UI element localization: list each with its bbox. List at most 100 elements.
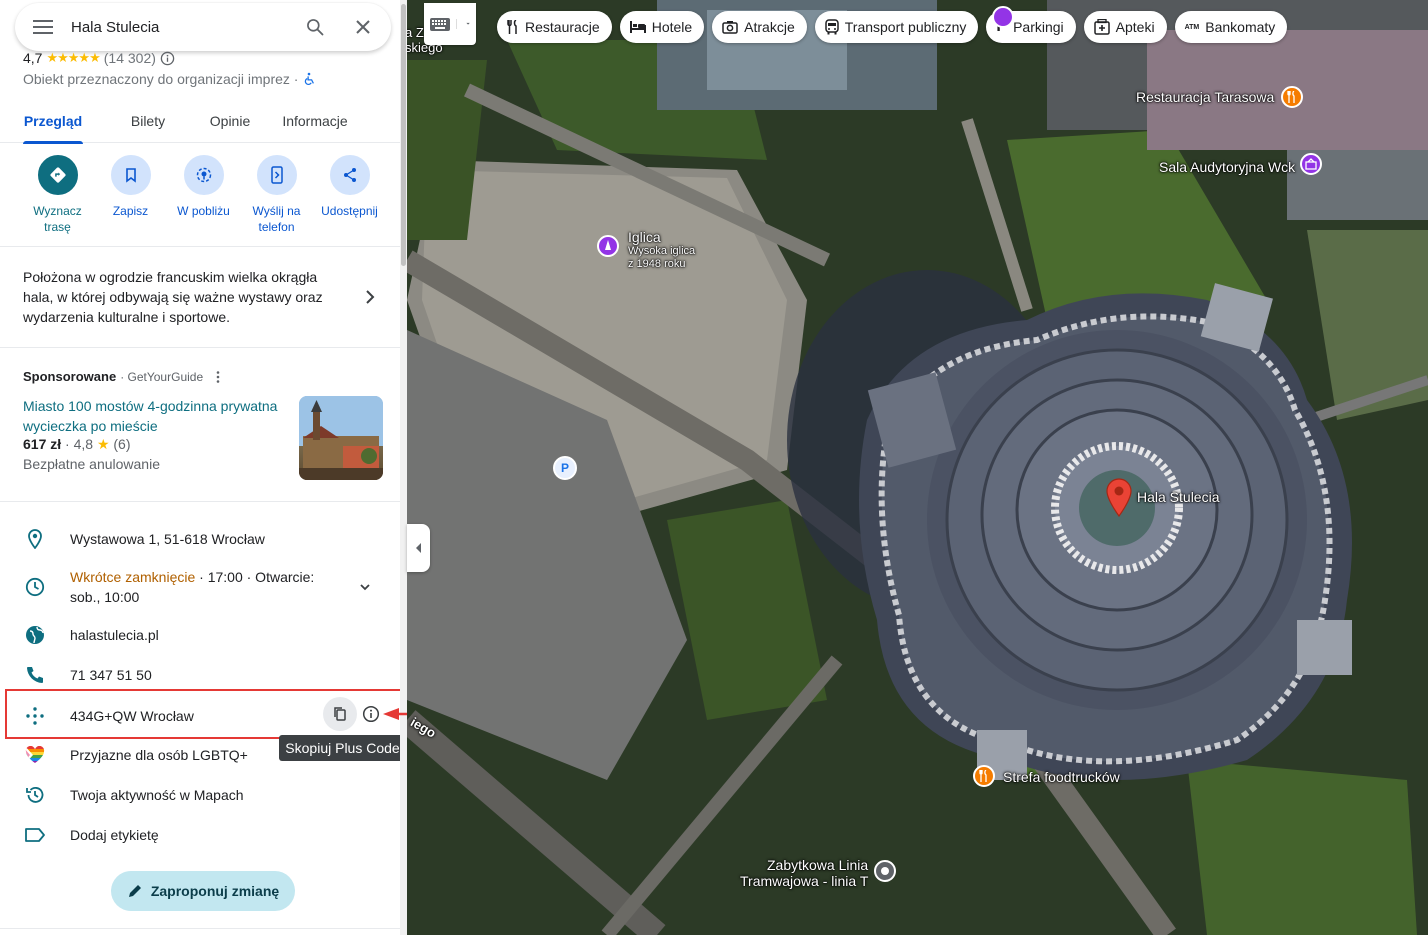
tab-about[interactable]: Informacje [279, 98, 351, 143]
sponsored-header: Sponsorowane · GetYourGuide [23, 369, 225, 384]
add-label-row[interactable]: Dodaj etykietę [0, 825, 400, 845]
activity-row[interactable]: Twoja aktywność w Mapach [0, 785, 400, 805]
sponsored-meta: 617 zł · 4,8 ★ (6) [23, 436, 131, 453]
sidebar-scroll-thumb[interactable] [401, 4, 406, 266]
sponsored-tour-link[interactable]: Miasto 100 mostów 4-godzinna prywatna wy… [23, 396, 283, 436]
chip-hotels[interactable]: Hotele [619, 11, 705, 43]
address-row[interactable]: Wystawowa 1, 51-618 Wrocław [0, 529, 400, 549]
search-icon [307, 19, 324, 36]
add-label-link[interactable]: Dodaj etykietę [70, 825, 159, 845]
copy-plus-code-button[interactable] [323, 697, 357, 731]
chip-transit-label: Transport publiczny [844, 19, 967, 35]
chevron-down-icon[interactable] [358, 580, 372, 594]
venue-pin-icon[interactable] [1300, 153, 1322, 175]
tab-overview[interactable]: Przegląd [23, 98, 83, 144]
tab-tickets[interactable]: Bilety [128, 98, 168, 143]
bed-icon [629, 21, 646, 33]
chip-pharmacies[interactable]: Apteki [1083, 11, 1167, 43]
more-vert-icon[interactable] [211, 370, 225, 384]
website-link[interactable]: halastulecia.pl [70, 625, 159, 645]
search-box[interactable]: Hala Stulecia [15, 3, 391, 51]
lgbtq-row[interactable]: Przyjazne dla osób LGBTQ+ [0, 745, 400, 765]
landmark-pin-icon[interactable] [597, 235, 619, 257]
map-label-tram-line-2[interactable]: Tramwajowa - linia T [740, 874, 868, 889]
sponsored-rating: · 4,8 [65, 436, 94, 452]
map-label-hala-stulecia[interactable]: Hala Stulecia [1137, 490, 1220, 505]
close-icon [356, 20, 370, 34]
map-label-restauracja-tarasowa[interactable]: Restauracja Tarasowa [1136, 90, 1274, 105]
chevron-right-icon[interactable] [360, 287, 380, 307]
hours-detail: · 17:00 · Otwarcie: [195, 569, 315, 585]
star-icon: ★ [96, 436, 110, 452]
location-pin-icon [27, 529, 42, 549]
lgbtq-heart-icon [25, 746, 44, 763]
globe-icon [25, 626, 44, 644]
place-tabs: Przegląd Bilety Opinie Informacje [0, 98, 400, 144]
map-label-iglica-desc-1: Wysoka iglica [628, 245, 696, 257]
action-buttons: Wyznacz trasę Zapisz W pobliżu Wyślij na… [0, 155, 400, 240]
collapse-panel-button[interactable] [407, 524, 430, 572]
maps-activity-link[interactable]: Twoja aktywność w Mapach [70, 785, 244, 805]
website-row[interactable]: halastulecia.pl [0, 625, 400, 645]
restaurant-pin-icon[interactable] [1281, 86, 1303, 108]
save-label: Zapisz [112, 204, 149, 218]
directions-icon [49, 167, 66, 183]
info-icon[interactable] [160, 51, 175, 66]
sponsored-cancellation: Bezpłatne anulowanie [23, 456, 160, 472]
chip-attractions-label: Atrakcje [744, 19, 795, 35]
selected-place-pin-icon[interactable] [1105, 478, 1133, 518]
send-to-phone-icon [270, 166, 283, 184]
place-description[interactable]: Położona w ogrodzie francuskim wielka ok… [23, 267, 343, 327]
place-category[interactable]: Obiekt przeznaczony do organizacji impre… [23, 71, 298, 87]
search-button[interactable] [291, 3, 339, 51]
share-button[interactable]: Udostępnij [313, 155, 386, 240]
chip-attractions[interactable]: Atrakcje [712, 11, 807, 43]
chip-transit[interactable]: Transport publiczny [814, 11, 979, 43]
category-row: Obiekt przeznaczony do organizacji impre… [23, 71, 316, 87]
pharmacy-icon [1093, 19, 1110, 35]
suggest-edit-button[interactable]: Zaproponuj zmianę [111, 871, 295, 911]
reviews-count[interactable]: (14 302) [104, 50, 156, 66]
divider [0, 347, 400, 348]
save-button[interactable]: Zapisz [94, 155, 167, 240]
chip-hotels-label: Hotele [651, 19, 693, 35]
phone-row[interactable]: 71 347 51 50 [0, 665, 400, 685]
chip-atms-label: Bankomaty [1205, 19, 1276, 35]
keyboard-icon [430, 17, 450, 31]
menu-button[interactable] [15, 3, 71, 51]
directions-button[interactable]: Wyznacz trasę [21, 155, 94, 240]
town-hall-image [299, 396, 383, 480]
parking-pin-icon[interactable]: P [553, 456, 577, 480]
camera-icon [722, 21, 738, 34]
map-label-iglica-desc-2: z 1948 roku [628, 258, 686, 270]
chevron-left-icon [415, 543, 421, 553]
divider [0, 501, 400, 502]
map-label-strefa-foodtruckow[interactable]: Strefa foodtrucków [1003, 770, 1120, 785]
tab-reviews[interactable]: Opinie [207, 98, 253, 143]
nearby-label: W pobliżu [177, 204, 230, 218]
hours-status: Wkrótce zamknięcie [70, 569, 196, 585]
input-tools-button[interactable] [424, 3, 476, 45]
map-label-sala-audytoryjna[interactable]: Sala Audytoryjna Wck [1159, 160, 1295, 175]
atm-icon: ATM [1184, 23, 1200, 31]
hours-row[interactable]: Wkrótce zamknięcie · 17:00 · Otwarcie: s… [0, 567, 400, 607]
hours-next-open: sob., 10:00 [70, 589, 140, 605]
chip-restaurants[interactable]: Restauracje [497, 11, 612, 43]
suggest-edit-label: Zaproponuj zmianę [150, 883, 280, 899]
chip-atms[interactable]: ATM Bankomaty [1174, 11, 1288, 43]
map-label-tram-line-1[interactable]: Zabytkowa Linia [767, 858, 868, 873]
address-text: Wystawowa 1, 51-618 Wrocław [70, 531, 265, 547]
map-label-iglica[interactable]: Iglica [628, 230, 661, 245]
sponsored-thumbnail[interactable] [299, 396, 383, 480]
wheelchair-icon [305, 72, 315, 86]
search-input[interactable]: Hala Stulecia [71, 19, 291, 36]
phone-icon [26, 667, 43, 683]
clear-search-button[interactable] [339, 3, 387, 51]
nearby-button[interactable]: W pobliżu [167, 155, 240, 240]
rating-stars-icon: ★★★★★ [46, 50, 100, 65]
venue-pin-icon[interactable] [992, 6, 1014, 28]
map-canvas[interactable]: Restauracja Tarasowa Sala Audytoryjna Wc… [407, 0, 1428, 935]
transit-pin-icon[interactable] [874, 860, 896, 882]
send-to-phone-button[interactable]: Wyślij na telefon [240, 155, 313, 240]
food-pin-icon[interactable] [973, 765, 995, 787]
